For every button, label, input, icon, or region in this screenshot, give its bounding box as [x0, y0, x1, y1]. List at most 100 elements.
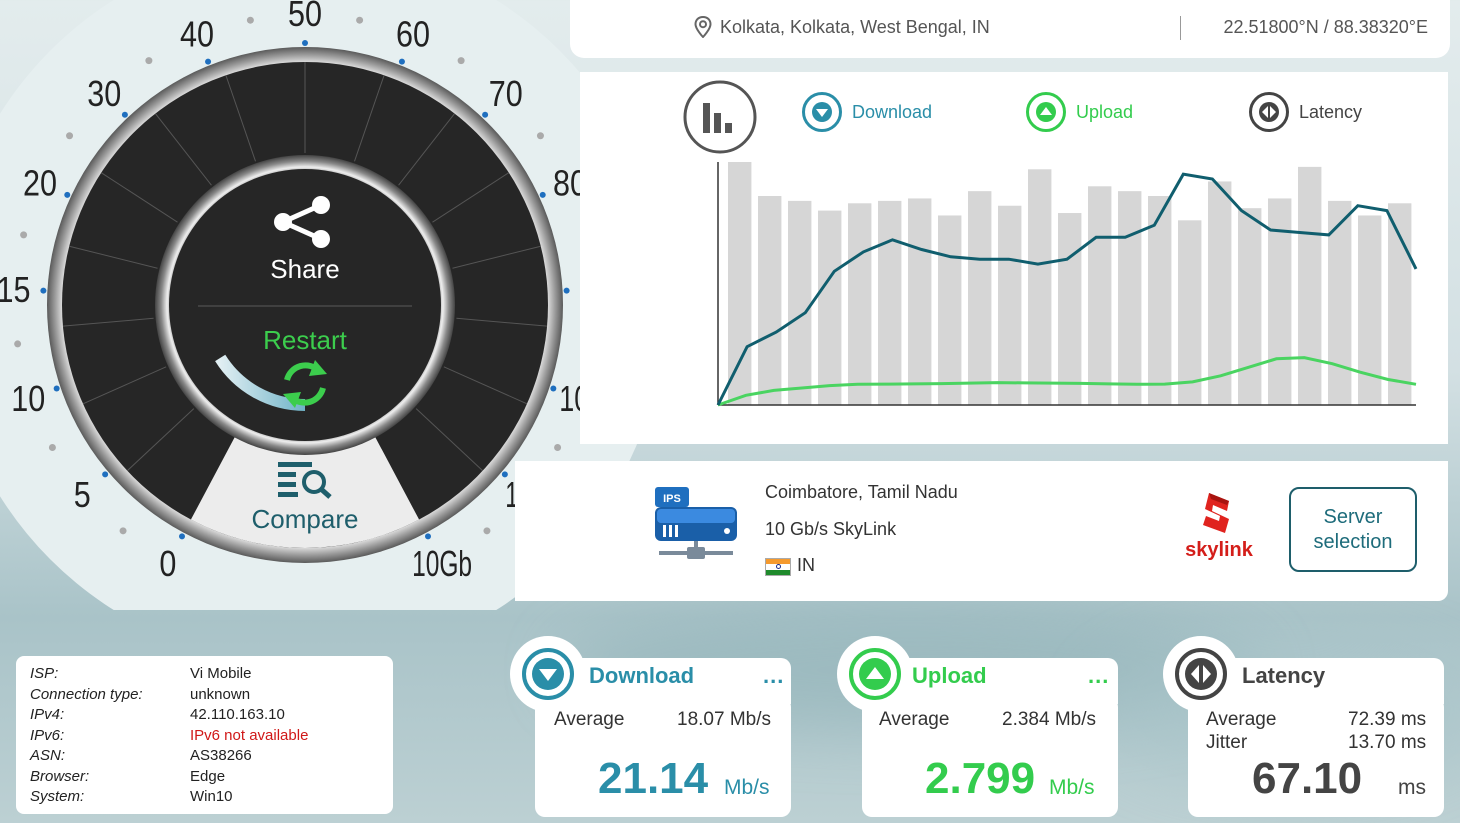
- ips-label: IPS: [663, 493, 681, 505]
- gauge-minor-tick: [457, 57, 465, 65]
- legend-latency[interactable]: Latency: [1249, 92, 1362, 132]
- gauge-major-tick: [205, 58, 212, 65]
- upload-more-button[interactable]: ...: [1088, 663, 1109, 689]
- upload-speed-value: 2.799: [925, 754, 1036, 803]
- gauge-label: 0: [159, 543, 176, 584]
- download-speed-value: 21.14: [598, 754, 709, 803]
- latency-bar: [788, 200, 812, 405]
- restart-button[interactable]: Restart: [263, 325, 348, 355]
- latency-bar: [1268, 198, 1292, 405]
- coordinates-text: 22.51800°N / 88.38320°E: [1223, 17, 1428, 37]
- latency-bar: [1058, 213, 1082, 405]
- download-average-label: Average: [554, 709, 625, 730]
- legend-download-label: Download: [852, 101, 933, 122]
- legend-download[interactable]: Download: [802, 92, 932, 132]
- latency-bar: [1148, 196, 1172, 405]
- upload-icon: [1026, 92, 1066, 132]
- info-value: 42.110.163.10: [190, 706, 285, 723]
- upload-icon: [849, 648, 901, 700]
- jitter-value: 13.70 ms: [1348, 732, 1427, 753]
- connection-info: ISP: Vi Mobile Connection type: unknown IPv4…: [16, 656, 393, 814]
- info-key: IPv6:: [30, 726, 65, 744]
- latency-icon: [1175, 648, 1227, 700]
- latency-icon: [1249, 92, 1289, 132]
- jitter-label: Jitter: [1206, 732, 1248, 753]
- gauge-label: 15: [0, 269, 30, 310]
- latency-bar: [1208, 181, 1232, 405]
- gauge-label: 30: [87, 73, 121, 114]
- upload-speed-unit: Mb/s: [1049, 776, 1095, 799]
- chart-toggle-icon[interactable]: [682, 79, 758, 155]
- gauge-label: 10: [11, 378, 45, 419]
- info-key: System:: [30, 788, 85, 805]
- upload-card-title: Upload: [912, 663, 987, 688]
- info-row: IPv6: IPv6 not available: [30, 726, 379, 747]
- info-key: Connection type:: [30, 685, 143, 703]
- info-value: AS38266: [190, 747, 252, 764]
- gauge-label: 60: [396, 14, 430, 55]
- latency-card-title: Latency: [1242, 663, 1326, 688]
- divider: [1180, 16, 1181, 40]
- gauge-major-tick: [482, 111, 489, 118]
- latency-bar: [1118, 191, 1142, 405]
- gauge-minor-tick: [246, 16, 254, 24]
- legend-latency-label: Latency: [1299, 101, 1363, 122]
- legend-upload[interactable]: Upload: [1026, 92, 1133, 132]
- upload-series-line: [717, 356, 1417, 407]
- server-selection-button[interactable]: Server selection: [1289, 487, 1417, 572]
- info-row: IPv4: 42.110.163.10: [30, 705, 379, 726]
- gauge-label: 5: [74, 474, 91, 515]
- legend-upload-label: Upload: [1076, 101, 1134, 122]
- latency-value: 67.10: [1252, 754, 1363, 803]
- download-icon: [522, 648, 574, 700]
- download-card-badge: [510, 636, 586, 712]
- gauge-label: 10Gb: [412, 543, 472, 584]
- download-icon: [802, 92, 842, 132]
- server-city: Coimbatore, Tamil Nadu: [765, 482, 958, 502]
- gauge-minor-tick: [554, 443, 562, 451]
- gauge-major-tick: [539, 191, 546, 198]
- share-button[interactable]: Share: [270, 254, 339, 284]
- info-key: ASN:: [30, 747, 66, 764]
- latency-average-label: Average: [1206, 709, 1277, 730]
- gauge-label: 20: [23, 162, 57, 203]
- latency-bar: [1028, 169, 1052, 405]
- gauge-minor-tick: [119, 527, 127, 535]
- download-card-title: Download: [589, 663, 695, 688]
- latency-bar: [728, 162, 752, 405]
- gauge-major-tick: [550, 385, 557, 392]
- latency-bar: [1298, 166, 1322, 405]
- gauge-major-tick: [302, 40, 308, 46]
- download-more-button[interactable]: ...: [763, 663, 784, 689]
- skylink-logo-text: skylink: [1185, 539, 1253, 561]
- gauge-label: 50: [288, 0, 322, 34]
- latency-bar: [1358, 215, 1382, 405]
- latency-bar: [1388, 203, 1412, 405]
- download-series-line: [716, 172, 1418, 406]
- location-bar: Kolkata, Kolkata, West Bengal, IN 22.518…: [570, 0, 1450, 58]
- upload-average-label: Average: [879, 709, 950, 730]
- gauge-major-tick: [40, 287, 47, 294]
- gauge-minor-tick: [20, 231, 28, 239]
- gauge-major-tick: [121, 111, 128, 118]
- info-key: Browser:: [30, 767, 90, 785]
- gauge-minor-tick: [14, 340, 22, 348]
- latency-bar: [878, 200, 902, 405]
- server-button-line2: selection: [1313, 530, 1393, 553]
- info-value: Edge: [190, 767, 226, 785]
- chart-panel: Download Upload Latency: [580, 72, 1448, 444]
- gauge-major-tick: [563, 287, 570, 294]
- info-value: IPv6 not available: [190, 726, 309, 744]
- gauge-major-tick: [102, 471, 109, 478]
- server-provider: 10 Gb/s SkyLink: [765, 519, 897, 539]
- latency-card-badge: [1163, 636, 1239, 712]
- compare-button[interactable]: Compare: [252, 504, 359, 534]
- latency-bar: [998, 205, 1022, 405]
- download-speed-unit: Mb/s: [724, 776, 770, 799]
- gauge-major-tick: [64, 191, 71, 198]
- latency-bar: [1088, 186, 1112, 405]
- latency-unit: ms: [1398, 776, 1426, 799]
- latency-bar: [908, 198, 932, 405]
- latency-bar: [1328, 200, 1352, 405]
- latency-average-value: 72.39 ms: [1348, 709, 1427, 730]
